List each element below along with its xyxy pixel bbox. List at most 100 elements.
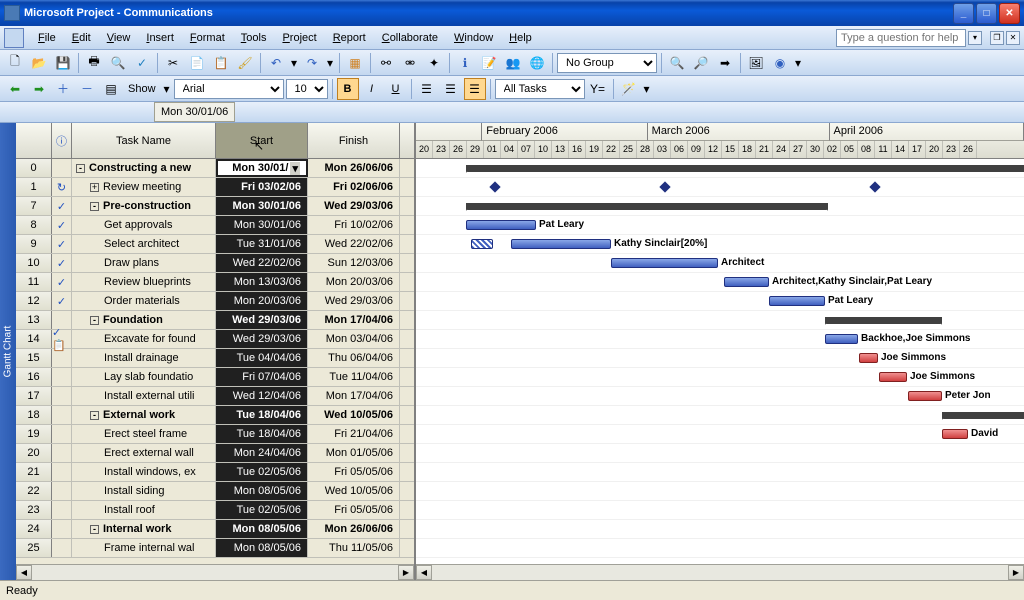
redo-dropdown-icon[interactable]: ▾ — [325, 52, 335, 74]
timescale-major-cell[interactable]: April 2006 — [830, 123, 1024, 141]
timescale-minor-cell[interactable]: 04 — [501, 141, 518, 159]
help-dropdown-icon[interactable]: ▾ — [968, 31, 982, 45]
timescale-minor-cell[interactable]: 06 — [671, 141, 688, 159]
new-icon[interactable]: 🗋 — [4, 52, 26, 74]
milestone-marker[interactable] — [489, 181, 500, 192]
finish-cell[interactable]: Wed 10/05/06 — [308, 482, 400, 500]
summary-bar[interactable] — [466, 203, 828, 210]
underline-button[interactable]: U — [385, 78, 407, 100]
finish-cell[interactable]: Mon 17/04/06 — [308, 311, 400, 329]
publish-icon[interactable]: 🌐 — [526, 52, 548, 74]
task-bar[interactable]: Joe Simmons — [879, 372, 907, 382]
outline-toggle-icon[interactable]: - — [76, 164, 85, 173]
task-bar[interactable]: Peter Jon — [908, 391, 942, 401]
undo-icon[interactable]: ↶ — [265, 52, 287, 74]
start-cell[interactable]: Mon 20/03/06 — [216, 292, 308, 310]
start-cell[interactable]: Wed 29/03/06 — [216, 311, 308, 329]
show-label[interactable]: Show — [124, 83, 160, 95]
timescale-minor-cell[interactable]: 05 — [841, 141, 858, 159]
timescale-minor-cell[interactable]: 14 — [892, 141, 909, 159]
date-dropdown-icon[interactable]: ▾ — [290, 162, 300, 175]
start-cell[interactable]: Tue 31/01/06 — [216, 235, 308, 253]
bold-button[interactable]: B — [337, 78, 359, 100]
timescale-minor-cell[interactable]: 28 — [637, 141, 654, 159]
table-row[interactable]: 21Install windows, exTue 02/05/06Fri 05/… — [16, 463, 414, 482]
table-row[interactable]: 18-External workTue 18/04/06Wed 10/05/06 — [16, 406, 414, 425]
timescale-minor-cell[interactable]: 07 — [518, 141, 535, 159]
task-name-cell[interactable]: Select architect — [72, 235, 216, 253]
table-row[interactable]: 7✓-Pre-constructionMon 30/01/06Wed 29/03… — [16, 197, 414, 216]
menu-file[interactable]: File — [30, 29, 64, 47]
task-bar[interactable]: Joe Simmons — [859, 353, 878, 363]
start-cell[interactable]: Mon 30/01/06 — [216, 216, 308, 234]
align-left-icon[interactable]: ☰ — [416, 78, 438, 100]
finish-cell[interactable]: Mon 03/04/06 — [308, 330, 400, 348]
finish-cell[interactable]: Mon 17/04/06 — [308, 387, 400, 405]
timescale-minor-cell[interactable]: 26 — [960, 141, 977, 159]
timescale-minor-cell[interactable]: 18 — [739, 141, 756, 159]
minimize-button[interactable]: _ — [953, 3, 974, 24]
task-name-cell[interactable]: Draw plans — [72, 254, 216, 272]
timescale-major-cell[interactable]: March 2006 — [648, 123, 830, 141]
project-guide-icon[interactable] — [4, 28, 24, 48]
start-cell[interactable]: Mon 08/05/06 — [216, 539, 308, 557]
task-name-cell[interactable]: Erect external wall — [72, 444, 216, 462]
gantt-chart-area[interactable]: Pat LearyKathy Sinclair[20%]ArchitectArc… — [416, 159, 1024, 564]
task-bar[interactable]: Architect,Kathy Sinclair,Pat Leary — [724, 277, 769, 287]
table-row[interactable]: 17Install external utiliWed 12/04/06Mon … — [16, 387, 414, 406]
task-name-cell[interactable]: Order materials — [72, 292, 216, 310]
help-search-input[interactable] — [836, 29, 966, 47]
timescale-minor-cell[interactable]: 21 — [756, 141, 773, 159]
spelling-icon[interactable]: ✓ — [131, 52, 153, 74]
finish-cell[interactable]: Fri 05/05/06 — [308, 463, 400, 481]
timescale-minor-cell[interactable]: 17 — [909, 141, 926, 159]
timescale-minor-cell[interactable]: 25 — [620, 141, 637, 159]
menu-collaborate[interactable]: Collaborate — [374, 29, 446, 47]
task-bar[interactable]: Backhoe,Joe Simmons — [825, 334, 858, 344]
redo-icon[interactable]: ↷ — [301, 52, 323, 74]
table-hscroll[interactable]: ◀ ▶ — [16, 564, 414, 580]
start-cell[interactable]: Tue 18/04/06 — [216, 406, 308, 424]
table-row[interactable]: 10✓Draw plansWed 22/02/06Sun 12/03/06 — [16, 254, 414, 273]
timescale-minor-cell[interactable]: 11 — [875, 141, 892, 159]
start-cell[interactable]: Mon 30/01/06 — [216, 197, 308, 215]
task-name-cell[interactable]: Install drainage — [72, 349, 216, 367]
timescale-minor-cell[interactable]: 27 — [790, 141, 807, 159]
zoom-out-icon[interactable]: 🔎 — [690, 52, 712, 74]
task-name-cell[interactable]: Erect steel frame — [72, 425, 216, 443]
select-all-cell[interactable] — [16, 123, 52, 158]
timescale-minor-cell[interactable]: 15 — [722, 141, 739, 159]
print-preview-icon[interactable]: 🔍 — [107, 52, 129, 74]
wizard-icon[interactable]: 🪄 — [618, 78, 640, 100]
table-row[interactable]: 16Lay slab foundatioFri 07/04/06Tue 11/0… — [16, 368, 414, 387]
close-button[interactable]: ✕ — [999, 3, 1020, 24]
task-notes-icon[interactable]: 📝 — [478, 52, 500, 74]
row-number[interactable]: 15 — [16, 349, 52, 367]
table-row[interactable]: 24-Internal workMon 08/05/06Mon 26/06/06 — [16, 520, 414, 539]
timescale-minor-cell[interactable]: 16 — [569, 141, 586, 159]
nav-back-icon[interactable]: ⬅ — [4, 78, 26, 100]
menu-edit[interactable]: Edit — [64, 29, 99, 47]
table-row[interactable]: 13-FoundationWed 29/03/06Mon 17/04/06 — [16, 311, 414, 330]
format-painter-icon[interactable]: 🖌 — [234, 52, 256, 74]
task-bar[interactable]: Kathy Sinclair[20%] — [511, 239, 611, 249]
gantt-hscroll[interactable]: ◀ ▶ — [416, 564, 1024, 580]
mdi-restore-icon[interactable]: ❐ — [990, 31, 1004, 45]
summary-bar[interactable] — [466, 165, 1024, 172]
menu-help[interactable]: Help — [501, 29, 540, 47]
task-name-cell[interactable]: Excavate for found — [72, 330, 216, 348]
finish-cell[interactable]: Fri 02/06/06 — [308, 178, 400, 196]
mdi-close-icon[interactable]: ✕ — [1006, 31, 1020, 45]
cell-entry-box[interactable]: Mon 30/01/06 — [154, 102, 235, 122]
menu-report[interactable]: Report — [325, 29, 374, 47]
row-number[interactable]: 1 — [16, 178, 52, 196]
task-info-icon[interactable]: ℹ — [454, 52, 476, 74]
view-bar[interactable]: Gantt Chart — [0, 123, 16, 580]
milestone-marker[interactable] — [869, 181, 880, 192]
timescale-minor-cell[interactable]: 23 — [943, 141, 960, 159]
font-combo[interactable]: Arial — [174, 79, 284, 99]
copy-picture-icon[interactable]: 🖼 — [745, 52, 767, 74]
start-cell[interactable]: Fri 07/04/06 — [216, 368, 308, 386]
task-name-cell[interactable]: Get approvals — [72, 216, 216, 234]
task-bar[interactable]: Pat Leary — [769, 296, 825, 306]
